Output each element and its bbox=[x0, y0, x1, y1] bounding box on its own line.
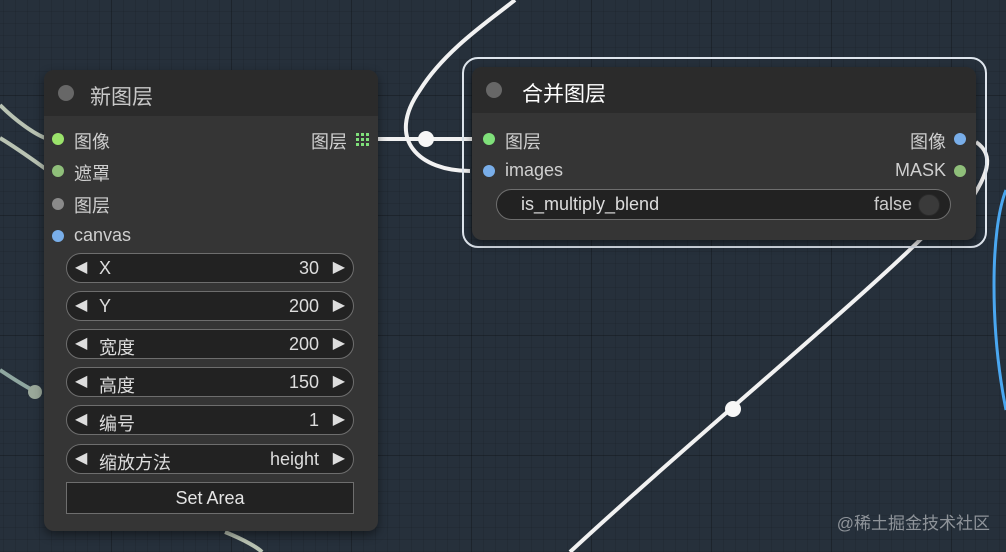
output-image-label: 图像 bbox=[910, 132, 946, 152]
collapse-dot-icon[interactable] bbox=[486, 82, 502, 98]
input-mask-dot[interactable] bbox=[52, 165, 64, 177]
node-merge-layer[interactable]: 合并图层 图层 images 图像 MASK is_multiply_blend… bbox=[472, 67, 976, 240]
node-title-bar[interactable]: 新图层 bbox=[44, 70, 378, 116]
widget-value: 200 bbox=[288, 334, 319, 354]
decrement-arrow-icon[interactable]: ◀ bbox=[75, 295, 87, 315]
input-images-dot[interactable] bbox=[483, 165, 495, 177]
input-canvas-dot[interactable] bbox=[52, 230, 64, 242]
toggle-label: is_multiply_blend bbox=[521, 194, 660, 214]
input-mask-label: 遮罩 bbox=[74, 164, 110, 184]
widget-scale-method[interactable]: ◀ 缩放方法 height ▶ bbox=[66, 444, 354, 474]
decrement-arrow-icon[interactable]: ◀ bbox=[75, 448, 87, 468]
grid-slot-icon[interactable] bbox=[356, 133, 369, 146]
collapse-dot-icon[interactable] bbox=[58, 85, 74, 101]
node-title-bar[interactable]: 合并图层 bbox=[472, 67, 976, 113]
input-layer-dot[interactable] bbox=[483, 133, 495, 145]
increment-arrow-icon[interactable]: ▶ bbox=[333, 409, 345, 429]
widget-value: 30 bbox=[298, 258, 319, 278]
input-image-dot[interactable] bbox=[52, 133, 64, 145]
widget-y[interactable]: ◀ Y 200 ▶ bbox=[66, 291, 354, 321]
increment-arrow-icon[interactable]: ▶ bbox=[333, 448, 345, 468]
link-wire-left-2[interactable] bbox=[0, 136, 52, 174]
increment-arrow-icon[interactable]: ▶ bbox=[333, 257, 345, 277]
widget-label: 缩放方法 bbox=[99, 453, 171, 473]
widget-x[interactable]: ◀ X 30 ▶ bbox=[66, 253, 354, 283]
output-image-dot[interactable] bbox=[954, 133, 966, 145]
widget-label: X bbox=[99, 258, 112, 278]
output-mask-dot[interactable] bbox=[954, 165, 966, 177]
input-layer-dot[interactable] bbox=[52, 198, 64, 210]
toggle-is-multiply-blend[interactable]: is_multiply_blend false bbox=[496, 189, 951, 220]
link-wire-left-1[interactable] bbox=[0, 103, 49, 141]
widget-label: Y bbox=[99, 296, 112, 316]
link-wire-bottom[interactable] bbox=[224, 530, 264, 552]
toggle-switch-icon[interactable] bbox=[918, 194, 940, 216]
widget-value: 150 bbox=[288, 372, 319, 392]
widget-value: 200 bbox=[288, 296, 319, 316]
increment-arrow-icon[interactable]: ▶ bbox=[333, 295, 345, 315]
set-area-button[interactable]: Set Area bbox=[66, 482, 354, 514]
increment-arrow-icon[interactable]: ▶ bbox=[333, 333, 345, 353]
widget-index[interactable]: ◀ 编号 1 ▶ bbox=[66, 405, 354, 435]
output-layer-label: 图层 bbox=[311, 132, 347, 152]
widget-value: height bbox=[269, 449, 319, 469]
link-wire-diagonal[interactable] bbox=[568, 233, 927, 552]
node-title: 合并图层 bbox=[522, 83, 606, 106]
reroute-point-left[interactable] bbox=[28, 385, 42, 399]
reroute-point-top[interactable] bbox=[418, 131, 434, 147]
node-title: 新图层 bbox=[90, 86, 153, 109]
output-mask-label: MASK bbox=[894, 160, 946, 180]
toggle-value: false bbox=[873, 194, 912, 214]
increment-arrow-icon[interactable]: ▶ bbox=[333, 371, 345, 391]
widget-label: 高度 bbox=[99, 376, 135, 396]
widget-label: 编号 bbox=[99, 414, 135, 434]
input-layer-label: 图层 bbox=[74, 196, 110, 216]
reroute-point-diagonal[interactable] bbox=[725, 401, 741, 417]
decrement-arrow-icon[interactable]: ◀ bbox=[75, 333, 87, 353]
input-canvas-label: canvas bbox=[74, 225, 132, 245]
decrement-arrow-icon[interactable]: ◀ bbox=[75, 371, 87, 391]
widget-height[interactable]: ◀ 高度 150 ▶ bbox=[66, 367, 354, 397]
node-new-layer[interactable]: 新图层 图像 遮罩 图层 canvas 图层 ◀ X 30 ▶ ◀ Y 200 … bbox=[44, 70, 378, 531]
widget-label: 宽度 bbox=[99, 338, 135, 358]
link-wire-right-blue[interactable] bbox=[992, 189, 1006, 411]
input-images-label: images bbox=[505, 160, 564, 180]
decrement-arrow-icon[interactable]: ◀ bbox=[75, 257, 87, 277]
decrement-arrow-icon[interactable]: ◀ bbox=[75, 409, 87, 429]
widget-value: 1 bbox=[308, 410, 319, 430]
widget-width[interactable]: ◀ 宽度 200 ▶ bbox=[66, 329, 354, 359]
input-image-label: 图像 bbox=[74, 132, 110, 152]
input-layer-label: 图层 bbox=[505, 132, 541, 152]
watermark-text: @稀土掘金技术社区 bbox=[836, 514, 990, 533]
